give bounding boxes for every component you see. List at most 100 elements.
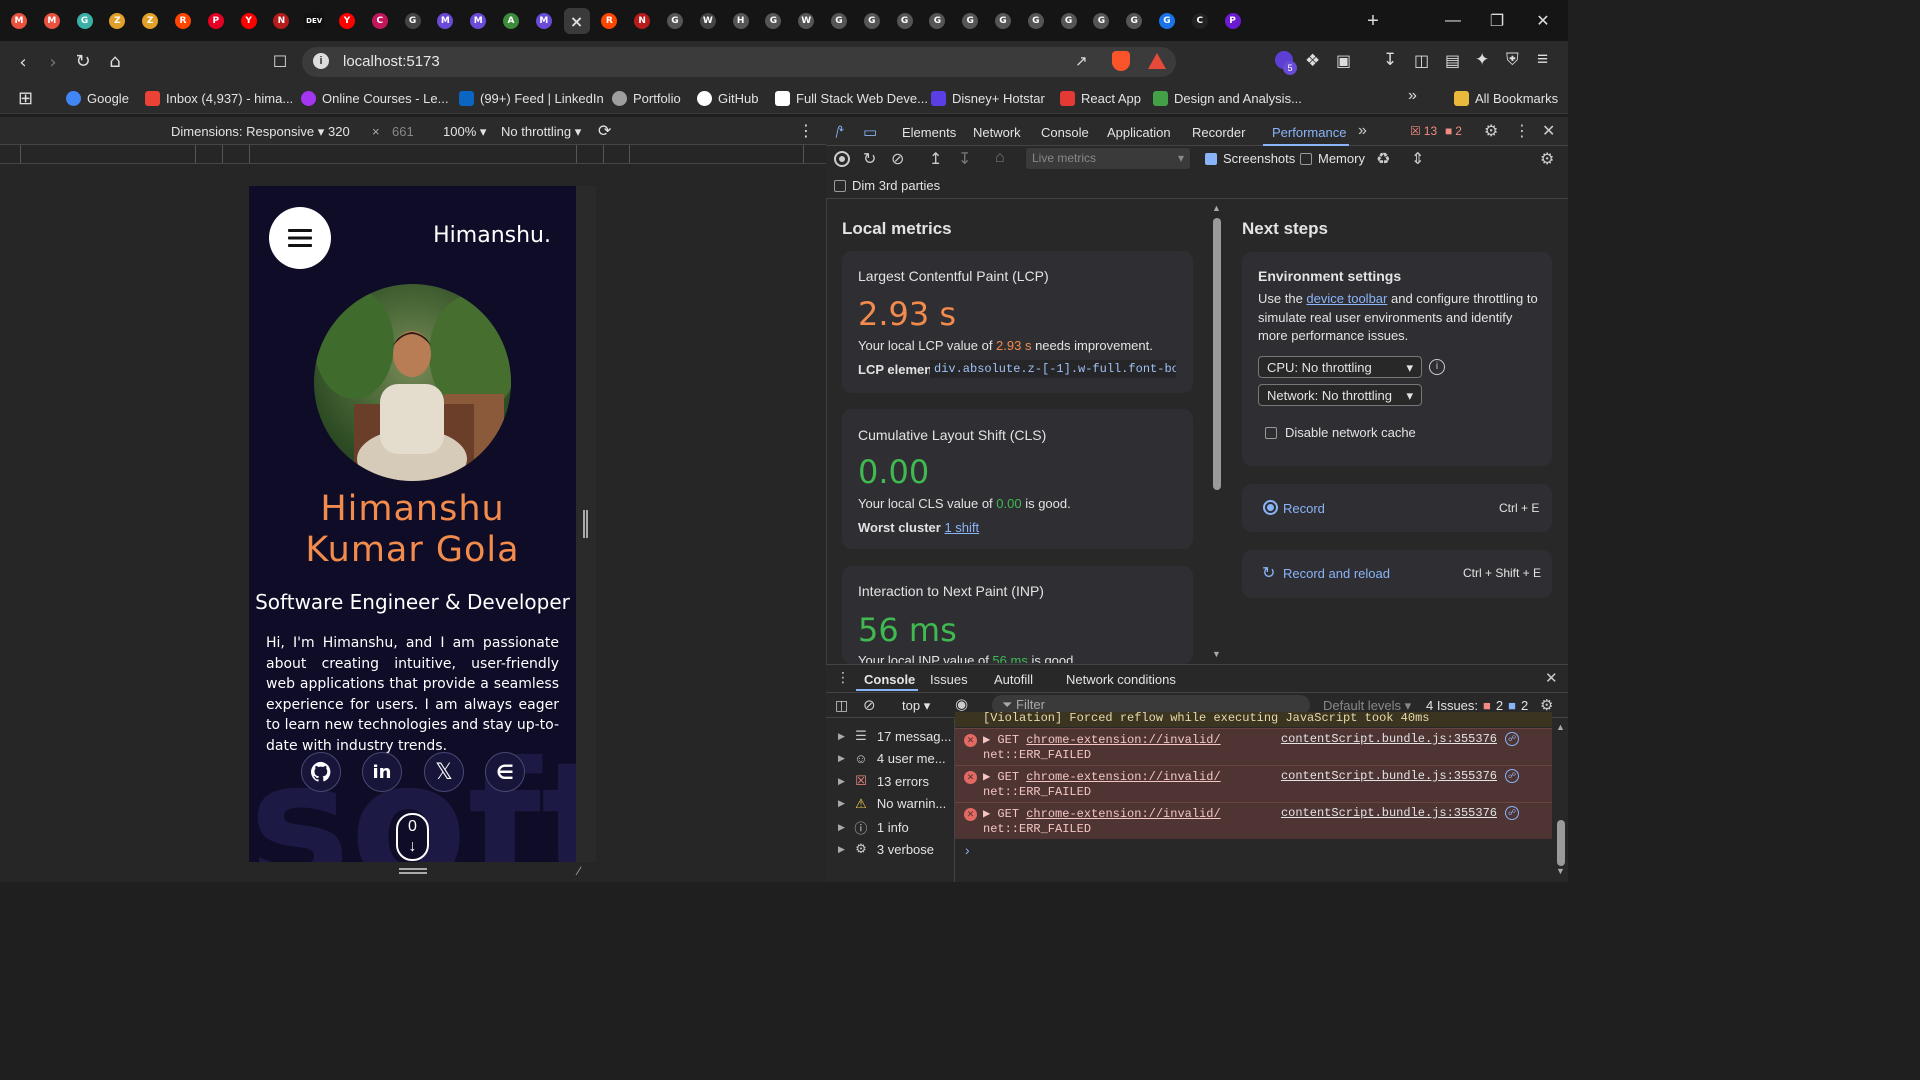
all-bookmarks[interactable]: All Bookmarks	[1454, 88, 1558, 108]
disable-cache-checkbox[interactable]: Disable network cache	[1265, 425, 1416, 440]
close-window-button[interactable]: ✕	[1520, 0, 1566, 41]
brave-shield-icon[interactable]	[1112, 51, 1130, 71]
checkbox-checked[interactable]	[1205, 152, 1217, 165]
media-query-ruler[interactable]	[0, 145, 826, 164]
drawer-tab-autofill[interactable]: Autofill	[994, 672, 1033, 687]
github-link[interactable]	[301, 752, 341, 792]
error-source-link[interactable]: contentScript.bundle.js:355376	[1281, 732, 1497, 746]
resize-corner-icon[interactable]: ∕	[578, 864, 580, 878]
sidebar-icon[interactable]: ◫	[1414, 51, 1429, 71]
info-icon[interactable]: i	[1429, 359, 1445, 375]
checkbox-unchecked[interactable]	[1300, 152, 1312, 165]
network-throttling-select[interactable]: Network: No throttling ▾	[1258, 384, 1422, 406]
console-scroll-up-icon[interactable]: ▲	[1556, 722, 1565, 732]
extensions-puzzle-icon[interactable]: ❖	[1305, 51, 1320, 71]
reload-icon[interactable]: ↻	[70, 48, 96, 74]
browser-tab[interactable]: G	[859, 8, 885, 34]
share-icon[interactable]: ↗	[1075, 52, 1088, 70]
apps-grid-icon[interactable]: ⊞	[18, 88, 33, 109]
error-source-link[interactable]: contentScript.bundle.js:355376	[1281, 769, 1497, 783]
close-drawer-icon[interactable]: ✕	[1545, 669, 1558, 687]
error-method[interactable]: ▶ GET	[983, 770, 1019, 784]
upload-icon[interactable]: ↥	[929, 149, 942, 169]
browser-tab[interactable]: H	[728, 8, 754, 34]
error-url-link[interactable]: chrome-extension://invalid/	[1026, 733, 1220, 747]
console-sidebar-item[interactable]: ▶ ⚙ 3 verbose	[838, 841, 934, 857]
site-info-icon[interactable]: i	[313, 53, 329, 69]
linkedin-link[interactable]: in	[362, 752, 402, 792]
resize-grip-icon[interactable]	[583, 510, 588, 538]
download-profile-icon[interactable]: ↧	[958, 149, 971, 169]
x-link[interactable]: 𝕏	[424, 752, 464, 792]
scroll-indicator[interactable]: 0 ↓	[396, 813, 429, 861]
browser-tab[interactable]: R	[596, 8, 622, 34]
error-source-link[interactable]: contentScript.bundle.js:355376	[1281, 806, 1497, 820]
console-sidebar-item[interactable]: ▶ ☒ 13 errors	[838, 773, 929, 789]
active-tab-close-icon[interactable]: ×	[563, 8, 590, 34]
console-sidebar-item[interactable]: ▶ ☰ 17 messag...	[838, 728, 951, 744]
menu-icon[interactable]: ≡	[1537, 49, 1548, 71]
tab-recorder[interactable]: Recorder	[1192, 125, 1245, 140]
reload-record-icon[interactable]: ↻	[863, 149, 876, 169]
error-method[interactable]: ▶ GET	[983, 733, 1019, 747]
browser-tab[interactable]: A	[498, 8, 524, 34]
forward-icon[interactable]: ›	[40, 49, 66, 75]
browser-tab[interactable]: Y	[334, 8, 360, 34]
console-error-row[interactable]: ✕ ▶ GET chrome-extension://invalid/net::E…	[955, 765, 1552, 802]
browser-tab[interactable]: M	[432, 8, 458, 34]
dim-3rd-parties-checkbox[interactable]: Dim 3rd parties	[834, 178, 940, 193]
bookmark-item[interactable]: React App	[1060, 88, 1141, 108]
scroll-up-icon[interactable]: ▲	[1212, 203, 1221, 213]
sidebar-toggle-icon[interactable]: ◫	[835, 697, 848, 714]
brave-rewards-icon[interactable]	[1148, 53, 1166, 69]
screenshots-checkbox[interactable]: Screenshots	[1205, 151, 1295, 166]
wallet-icon[interactable]: ▤	[1445, 51, 1460, 71]
console-sidebar-item[interactable]: ▶ ⓘ 1 info	[838, 818, 909, 837]
settings-gear-icon[interactable]: ⚙	[1484, 121, 1498, 141]
browser-tab[interactable]: G	[1023, 8, 1049, 34]
browser-tab[interactable]: G	[1121, 8, 1147, 34]
memory-checkbox[interactable]: Memory	[1300, 151, 1365, 166]
maximize-button[interactable]: ❐	[1474, 0, 1520, 41]
drawer-menu-icon[interactable]: ⋮	[836, 669, 850, 686]
console-scroll-thumb[interactable]	[1557, 820, 1565, 866]
minimize-button[interactable]: —	[1430, 0, 1476, 41]
leo-ai-icon[interactable]: ✦	[1475, 50, 1489, 70]
console-error-row[interactable]: ✕ ▶ GET chrome-extension://invalid/net::E…	[955, 802, 1552, 839]
error-url-link[interactable]: chrome-extension://invalid/	[1026, 807, 1220, 821]
bookmark-item[interactable]: Inbox (4,937) - hima...	[145, 88, 293, 108]
codechef-link[interactable]: ∈	[485, 752, 525, 792]
inspect-element-icon[interactable]: ⭚	[835, 123, 844, 143]
vpn-icon[interactable]: ⛨	[1506, 50, 1519, 70]
browser-tab[interactable]: W	[695, 8, 721, 34]
browser-tab[interactable]: M	[531, 8, 557, 34]
devtools-menu-icon[interactable]: ⋮	[1514, 121, 1530, 141]
browser-tab[interactable]: Z	[104, 8, 130, 34]
cpu-throttling-select[interactable]: CPU: No throttling ▾	[1258, 356, 1422, 378]
browser-tab[interactable]: G	[760, 8, 786, 34]
download-icon[interactable]: ↧	[1383, 50, 1397, 70]
collapse-icon[interactable]: ⇕	[1411, 149, 1424, 169]
bookmark-icon[interactable]: ☐	[267, 48, 293, 74]
capture-settings-icon[interactable]: ⚙	[1540, 149, 1554, 169]
bookmark-item[interactable]: Online Courses - Le...	[301, 88, 448, 108]
browser-tab[interactable]: M	[465, 8, 491, 34]
throttling-dropdown[interactable]: No throttling ▾	[501, 124, 581, 140]
drawer-tab-console[interactable]: Console	[864, 672, 915, 687]
site-brand[interactable]: Himanshu.	[433, 223, 551, 248]
resize-handle-bottom[interactable]	[399, 868, 427, 874]
browser-tab[interactable]: DEV	[301, 8, 327, 34]
browser-tab[interactable]: G	[1056, 8, 1082, 34]
bookmark-item[interactable]: Disney+ Hotstar	[931, 88, 1045, 108]
issues-counter[interactable]: 4 Issues: ■ 2 ■ 2	[1426, 698, 1528, 713]
browser-tab[interactable]: G	[400, 8, 426, 34]
drawer-tab-issues[interactable]: Issues	[930, 672, 968, 687]
console-error-row[interactable]: ✕ ▶ GET chrome-extension://invalid/net::E…	[955, 728, 1552, 765]
home-icon[interactable]: ⌂	[102, 48, 128, 74]
browser-tab[interactable]: G	[957, 8, 983, 34]
error-method[interactable]: ▶ GET	[983, 807, 1019, 821]
hamburger-menu-button[interactable]	[269, 207, 331, 269]
browser-tab[interactable]: M	[39, 8, 65, 34]
browser-tab[interactable]: W	[793, 8, 819, 34]
browser-tab[interactable]: N	[629, 8, 655, 34]
